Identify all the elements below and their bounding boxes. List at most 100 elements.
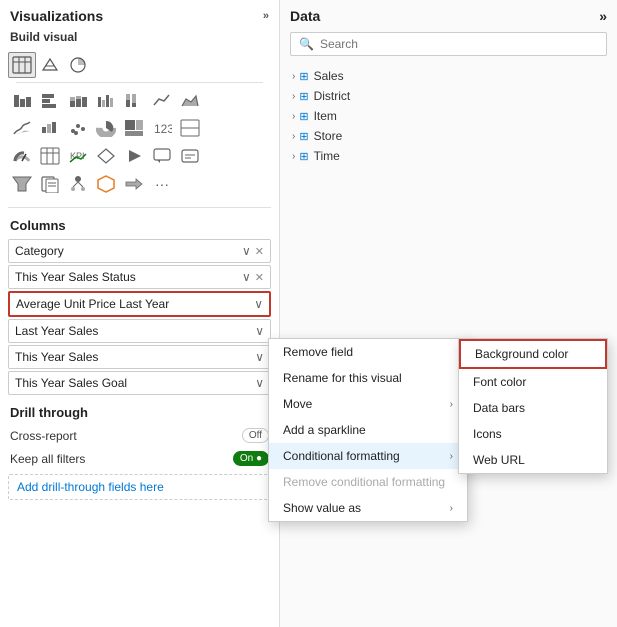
field-chevron-icon6: ∨	[255, 376, 264, 390]
submenu-data-bars-label: Data bars	[473, 401, 525, 415]
tree-sales[interactable]: › ⊞ Sales	[284, 66, 613, 86]
drill-keep-filters: Keep all filters On ●	[0, 447, 279, 470]
menu-show-value-as-arrow: ›	[450, 503, 453, 514]
field-chevron-icon4: ∨	[255, 324, 264, 338]
field-avg-unit-price-label: Average Unit Price Last Year	[16, 297, 254, 311]
vis-icon-play[interactable]	[120, 143, 148, 169]
left-panel: Visualizations » Build visual	[0, 0, 280, 627]
data-chevron[interactable]: »	[599, 8, 607, 24]
vis-icon-decomp[interactable]	[64, 171, 92, 197]
context-menu: Remove field Rename for this visual Move…	[268, 338, 468, 522]
search-input[interactable]	[320, 37, 598, 51]
field-avg-unit-price[interactable]: Average Unit Price Last Year ∨	[8, 291, 271, 317]
tree-table-icon-time: ⊞	[299, 150, 308, 163]
vis-icon-multirow[interactable]	[176, 115, 204, 141]
menu-rename[interactable]: Rename for this visual	[269, 365, 467, 391]
vis-icon-kpi[interactable]: KPI	[64, 143, 92, 169]
tree-store[interactable]: › ⊞ Store	[284, 126, 613, 146]
menu-sparkline[interactable]: Add a sparkline	[269, 417, 467, 443]
vis-icon-bar[interactable]	[8, 87, 36, 113]
submenu-icons-label: Icons	[473, 427, 502, 441]
vis-icon-funnel[interactable]	[8, 171, 36, 197]
vis-icon-pie[interactable]	[92, 115, 120, 141]
svg-text:123: 123	[154, 122, 172, 136]
submenu-font-color-label: Font color	[473, 375, 526, 389]
field-thisyear-status-icons: ∨ ✕	[242, 270, 264, 284]
tree-table-icon-item: ⊞	[299, 110, 308, 123]
field-category[interactable]: Category ∨ ✕	[8, 239, 271, 263]
vis-icon-more[interactable]: ···	[148, 171, 176, 197]
search-box[interactable]: 🔍	[290, 32, 607, 56]
submenu-web-url[interactable]: Web URL	[459, 447, 607, 473]
vis-icon-chat[interactable]	[148, 143, 176, 169]
menu-show-value-as[interactable]: Show value as ›	[269, 495, 467, 521]
vis-icon-gauge[interactable]	[8, 143, 36, 169]
field-remove-icon2[interactable]: ✕	[255, 271, 264, 284]
field-thisyear-status-label: This Year Sales Status	[15, 270, 242, 284]
vis-icon-cluster[interactable]	[92, 87, 120, 113]
tree-label-time: Time	[314, 149, 340, 163]
field-chevron-icon3: ∨	[254, 297, 263, 311]
vis-icon-matrix[interactable]	[36, 143, 64, 169]
visualizations-header: Visualizations »	[0, 0, 279, 28]
vis-icon-number[interactable]: 123	[148, 115, 176, 141]
submenu: Background color Font color Data bars Ic…	[458, 338, 608, 474]
menu-show-value-as-label: Show value as	[283, 501, 361, 515]
vis-icon-hbar[interactable]	[36, 87, 64, 113]
menu-conditional-formatting[interactable]: Conditional formatting ›	[269, 443, 467, 469]
submenu-background-color-label: Background color	[475, 347, 568, 361]
vis-icon-format[interactable]	[36, 52, 64, 78]
field-chevron-icon5: ∨	[255, 350, 264, 364]
tree-label-item: Item	[314, 109, 337, 123]
vis-icon-diamond[interactable]	[92, 143, 120, 169]
visualizations-title: Visualizations	[10, 8, 103, 24]
vis-icon-waterfall[interactable]	[36, 115, 64, 141]
submenu-web-url-label: Web URL	[473, 453, 525, 467]
menu-move[interactable]: Move ›	[269, 391, 467, 417]
tree-district[interactable]: › ⊞ District	[284, 86, 613, 106]
submenu-container: Background color Font color Data bars Ic…	[458, 338, 608, 474]
field-this-year-sales-label: This Year Sales	[15, 350, 255, 364]
field-this-year-goal[interactable]: This Year Sales Goal ∨	[8, 371, 271, 395]
vis-icon-paginated[interactable]	[36, 171, 64, 197]
context-menu-overlay: Remove field Rename for this visual Move…	[268, 338, 468, 522]
submenu-data-bars[interactable]: Data bars	[459, 395, 607, 421]
keep-filters-toggle[interactable]: On ●	[233, 451, 269, 466]
search-icon: 🔍	[299, 37, 314, 51]
submenu-icons[interactable]: Icons	[459, 421, 607, 447]
vis-icon-stacked[interactable]	[64, 87, 92, 113]
tree-time[interactable]: › ⊞ Time	[284, 146, 613, 166]
vis-icon-hex[interactable]	[92, 171, 120, 197]
field-last-year-sales-label: Last Year Sales	[15, 324, 255, 338]
field-this-year-goal-icons: ∨	[255, 376, 264, 390]
submenu-background-color[interactable]: Background color	[459, 339, 607, 369]
vis-icon-line[interactable]	[148, 87, 176, 113]
field-last-year-sales[interactable]: Last Year Sales ∨	[8, 319, 271, 343]
field-thisyear-status[interactable]: This Year Sales Status ∨ ✕	[8, 265, 271, 289]
drill-cross-report: Cross-report Off	[0, 424, 279, 447]
vis-icon-arrow[interactable]	[120, 171, 148, 197]
drill-cross-report-label: Cross-report	[10, 429, 77, 443]
vis-icon-100pct[interactable]	[120, 87, 148, 113]
vis-icon-table[interactable]	[8, 52, 36, 78]
cross-report-toggle[interactable]: Off	[242, 428, 269, 443]
vis-icon-scatter[interactable]	[64, 115, 92, 141]
vis-icon-card[interactable]	[176, 143, 204, 169]
add-drillthrough[interactable]: Add drill-through fields here	[8, 474, 271, 500]
icon-grid: 123 KPI ···	[0, 50, 279, 203]
menu-move-label: Move	[283, 397, 312, 411]
tree-chevron-district: ›	[292, 91, 295, 102]
vis-icon-analytics[interactable]	[64, 52, 92, 78]
vis-icon-area[interactable]	[176, 87, 204, 113]
vis-icon-ribbon[interactable]	[8, 115, 36, 141]
build-visual-label: Build visual	[0, 28, 279, 50]
visualizations-chevron[interactable]: »	[263, 10, 269, 22]
fields-list: Category ∨ ✕ This Year Sales Status ∨ ✕ …	[0, 237, 279, 397]
field-remove-icon[interactable]: ✕	[255, 245, 264, 258]
field-chevron-icon2: ∨	[242, 270, 251, 284]
menu-remove-field[interactable]: Remove field	[269, 339, 467, 365]
field-this-year-sales[interactable]: This Year Sales ∨	[8, 345, 271, 369]
submenu-font-color[interactable]: Font color	[459, 369, 607, 395]
vis-icon-treemap[interactable]	[120, 115, 148, 141]
tree-item[interactable]: › ⊞ Item	[284, 106, 613, 126]
